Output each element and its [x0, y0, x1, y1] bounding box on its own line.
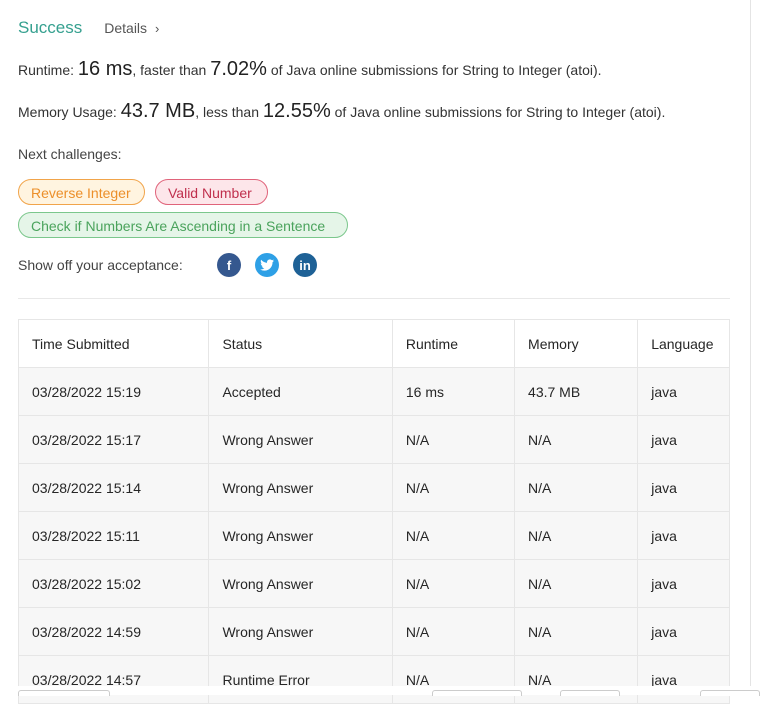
twitter-icon[interactable]	[255, 253, 279, 277]
submissions-table: Time Submitted Status Runtime Memory Lan…	[17, 319, 730, 704]
cell-runtime: N/A	[391, 607, 516, 656]
header-memory[interactable]: Memory	[514, 319, 639, 368]
cell-memory: N/A	[514, 463, 639, 512]
memory-line: Memory Usage: 43.7 MB, less than 12.55% …	[18, 100, 665, 123]
cell-language: java	[637, 511, 730, 560]
table-header-row: Time Submitted Status Runtime Memory Lan…	[17, 319, 730, 368]
memory-percent: 12.55%	[262, 100, 331, 122]
cell-memory: N/A	[514, 655, 639, 704]
challenge-tag-reverse-integer[interactable]: Reverse Integer	[18, 179, 145, 205]
status-link[interactable]: Wrong Answer	[208, 511, 393, 560]
cell-runtime: N/A	[391, 463, 516, 512]
bottom-button[interactable]	[432, 690, 522, 696]
memory-label: Memory Usage:	[18, 104, 121, 120]
cell-memory: N/A	[514, 559, 639, 608]
memory-mid: , less than	[195, 104, 263, 120]
cell-runtime: 16 ms	[391, 367, 516, 416]
table-row: 03/28/2022 14:59 Wrong Answer N/A N/A ja…	[17, 607, 730, 656]
cell-time: 03/28/2022 15:14	[17, 463, 210, 512]
table-row: 03/28/2022 14:57 Runtime Error N/A N/A j…	[17, 655, 730, 704]
cell-language: java	[637, 463, 730, 512]
runtime-value: 16 ms	[77, 58, 133, 80]
cell-runtime: N/A	[391, 511, 516, 560]
facebook-icon[interactable]: f	[217, 253, 241, 277]
header-time-submitted[interactable]: Time Submitted	[17, 319, 210, 368]
scrollbar[interactable]	[750, 0, 751, 695]
details-link[interactable]: Details ›	[104, 20, 159, 36]
cell-language: java	[637, 559, 730, 608]
header-language[interactable]: Language	[637, 319, 730, 368]
linkedin-icon[interactable]: in	[293, 253, 317, 277]
cell-memory: N/A	[514, 607, 639, 656]
cell-runtime: N/A	[391, 559, 516, 608]
header-status[interactable]: Status	[208, 319, 393, 368]
details-label: Details	[104, 20, 148, 36]
cell-runtime: N/A	[391, 655, 516, 704]
status-link[interactable]: Wrong Answer	[208, 559, 393, 608]
table-row: 03/28/2022 15:11 Wrong Answer N/A N/A ja…	[17, 511, 730, 560]
runtime-mid: , faster than	[132, 62, 211, 78]
status-link[interactable]: Runtime Error	[208, 655, 393, 704]
divider	[18, 298, 730, 299]
table-row: 03/28/2022 15:19 Accepted 16 ms 43.7 MB …	[17, 367, 730, 416]
table-row: 03/28/2022 15:14 Wrong Answer N/A N/A ja…	[17, 463, 730, 512]
bottom-button[interactable]	[560, 690, 620, 696]
challenge-tag-valid-number[interactable]: Valid Number	[155, 179, 268, 205]
status-link[interactable]: Wrong Answer	[208, 607, 393, 656]
cell-time: 03/28/2022 15:17	[17, 415, 210, 464]
header-runtime[interactable]: Runtime	[391, 319, 516, 368]
runtime-line: Runtime: 16 ms, faster than 7.02% of Jav…	[18, 58, 602, 81]
runtime-percent: 7.02%	[210, 58, 267, 80]
status-link[interactable]: Wrong Answer	[208, 415, 393, 464]
next-challenges-label: Next challenges:	[18, 146, 122, 162]
cell-language: java	[637, 367, 730, 416]
cell-memory: 43.7 MB	[514, 367, 639, 416]
cell-language: java	[637, 607, 730, 656]
bottom-button[interactable]	[700, 690, 760, 696]
cell-runtime: N/A	[391, 415, 516, 464]
cell-language: java	[637, 415, 730, 464]
cell-language: java	[637, 655, 730, 704]
runtime-label: Runtime:	[18, 62, 78, 78]
chevron-right-icon: ›	[155, 20, 160, 36]
table-row: 03/28/2022 15:17 Wrong Answer N/A N/A ja…	[17, 415, 730, 464]
cell-time: 03/28/2022 15:02	[17, 559, 210, 608]
success-status: Success	[18, 18, 83, 37]
status-link[interactable]: Accepted	[208, 367, 393, 416]
share-label: Show off your acceptance:	[18, 257, 183, 273]
challenge-tag-ascending-numbers[interactable]: Check if Numbers Are Ascending in a Sent…	[18, 212, 348, 238]
cell-time: 03/28/2022 15:19	[17, 367, 210, 416]
bottom-toolbar	[0, 686, 762, 695]
table-row: 03/28/2022 15:02 Wrong Answer N/A N/A ja…	[17, 559, 730, 608]
cell-time: 03/28/2022 14:59	[17, 607, 210, 656]
memory-tail: of Java online submissions for String to…	[330, 104, 666, 120]
runtime-tail: of Java online submissions for String to…	[266, 62, 602, 78]
cell-memory: N/A	[514, 415, 639, 464]
bottom-button[interactable]	[18, 690, 110, 696]
cell-memory: N/A	[514, 511, 639, 560]
status-link[interactable]: Wrong Answer	[208, 463, 393, 512]
cell-time: 03/28/2022 15:11	[17, 511, 210, 560]
result-header: Success Details ›	[18, 18, 159, 38]
memory-value: 43.7 MB	[120, 100, 196, 122]
cell-time: 03/28/2022 14:57	[17, 655, 210, 704]
